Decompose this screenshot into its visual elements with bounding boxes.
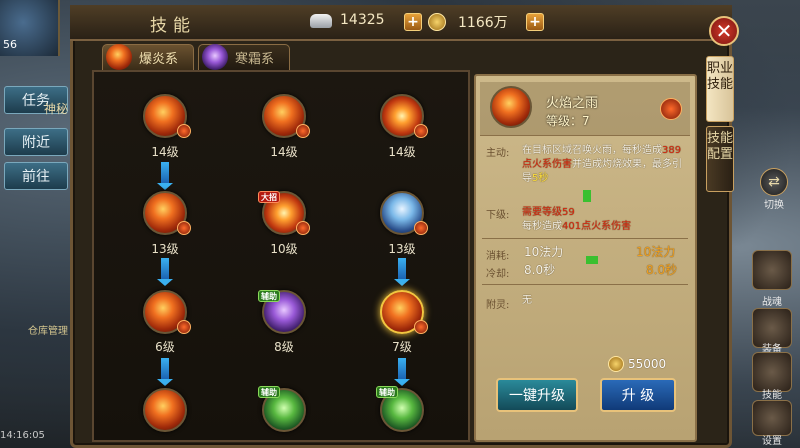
fire-element-icon <box>296 124 310 138</box>
divider <box>482 284 688 285</box>
fire-element-icon <box>414 124 428 138</box>
nearby-button[interactable]: 附近 <box>4 128 68 156</box>
upgrade-cost: 55000 <box>628 357 667 371</box>
war-soul-label: 战魂 <box>762 297 782 308</box>
attach-label: 附灵: <box>486 300 510 311</box>
skill-level: 6级 <box>155 340 175 354</box>
close-button[interactable]: ✕ <box>709 16 739 46</box>
gold-coin-icon <box>428 13 446 31</box>
skill-level: 14级 <box>388 145 416 159</box>
cooldown-next: 8.0秒 <box>646 263 678 277</box>
fire-school-icon <box>106 44 132 70</box>
fire-rain-icon <box>490 86 532 128</box>
tree-arrow <box>157 162 173 190</box>
skill-level: 13级 <box>388 242 416 256</box>
skill-level: 10级 <box>270 242 298 256</box>
fire-element-icon <box>177 221 191 235</box>
add-gold-button[interactable]: + <box>526 13 544 31</box>
gold-amount: 1166万 <box>458 15 508 31</box>
skill-level: 7级 <box>392 340 412 354</box>
attach-value: 无 <box>522 295 532 306</box>
fire-element-icon <box>414 320 428 334</box>
tab-label: 寒霜系 <box>235 52 275 67</box>
ultimate-tag: 大招 <box>258 191 280 203</box>
active-label: 主动: <box>486 148 510 159</box>
tab-skill-config[interactable]: 技能配置 <box>706 126 734 192</box>
tab-label: 爆炎系 <box>139 52 179 67</box>
fire-element-icon <box>414 221 428 235</box>
cost-current: 10法力 <box>524 245 564 259</box>
skill-level: 14级 <box>270 145 298 159</box>
switch-label: 切换 <box>764 200 784 211</box>
gold-coin-icon <box>608 356 624 372</box>
tree-arrow <box>394 258 410 286</box>
skill-level: 13级 <box>151 242 179 256</box>
assist-tag: 辅助 <box>258 386 280 398</box>
skill-level-text: 等级：7 <box>546 114 590 128</box>
time-readout: 14:16:05 <box>0 430 45 441</box>
active-description: 在目标区域召唤火雨，每秒造成389点火系伤害并造成灼烧效果，最多引导5秒 <box>522 145 682 184</box>
next-requirement: 需要等级59 <box>522 207 575 218</box>
fire-element-icon <box>296 221 310 235</box>
skill-fire-wall[interactable] <box>143 388 187 432</box>
panel-title: 技能 <box>150 16 196 36</box>
fire-element-icon <box>177 320 191 334</box>
skill-level: 8级 <box>274 340 294 354</box>
cooldown-label: 冷却: <box>486 269 510 280</box>
frost-school-icon <box>202 44 228 70</box>
next-label: 下级: <box>486 210 510 221</box>
goto-button[interactable]: 前往 <box>4 162 68 190</box>
fire-element-icon <box>177 124 191 138</box>
tree-arrow <box>394 358 410 386</box>
player-level: 56 <box>3 38 17 51</box>
cost-next: 10法力 <box>636 245 676 259</box>
silver-icon <box>310 14 332 28</box>
assist-tag: 辅助 <box>376 386 398 398</box>
cost-label: 消耗: <box>486 251 510 262</box>
tree-arrow <box>157 258 173 286</box>
fire-element-icon <box>660 98 682 120</box>
warehouse-label: 仓库管理 <box>28 326 68 337</box>
skill-level: 14级 <box>151 145 179 159</box>
add-silver-button[interactable]: + <box>404 13 422 31</box>
upgrade-arrow-icon <box>586 256 598 264</box>
silver-amount: 14325 <box>340 12 385 28</box>
next-description: 每秒造成401点火系伤害 <box>522 221 632 232</box>
switch-icon[interactable]: ⇄ <box>760 168 788 196</box>
divider <box>482 238 688 239</box>
cooldown-current: 8.0秒 <box>524 263 556 277</box>
settings-label: 设置 <box>762 436 782 447</box>
one-key-upgrade-button[interactable]: 一键升级 <box>496 378 578 412</box>
tree-arrow <box>157 358 173 386</box>
tab-class-skills[interactable]: 职业技能 <box>706 56 734 122</box>
upgrade-arrow-icon <box>583 190 591 202</box>
skill-label: 技能 <box>762 390 782 401</box>
npc-text: 神秘 <box>44 102 69 116</box>
war-soul-icon[interactable] <box>752 250 792 290</box>
skill-name: 火焰之雨 <box>546 96 599 111</box>
settings-icon[interactable] <box>752 400 792 436</box>
upgrade-button[interactable]: 升 级 <box>600 378 676 412</box>
assist-tag: 辅助 <box>258 290 280 302</box>
